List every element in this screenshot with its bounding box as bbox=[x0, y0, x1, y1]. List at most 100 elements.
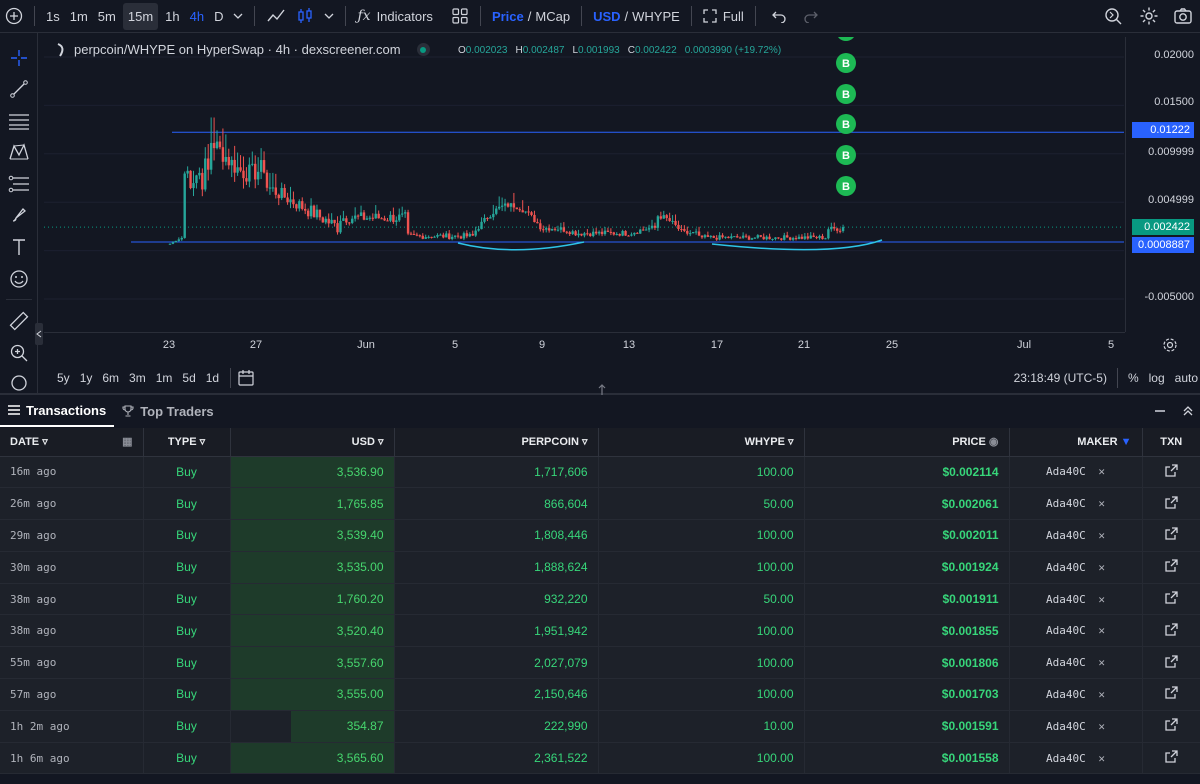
maker-address[interactable]: Ada40C bbox=[1046, 561, 1086, 574]
calendar-icon[interactable]: ▦ bbox=[122, 435, 132, 448]
col-maker[interactable]: MAKER ▼ bbox=[1009, 428, 1143, 457]
table-row[interactable]: 16m ago Buy 3,536.90 1,717,606 100.00 $0.0021… bbox=[0, 456, 1200, 489]
tab-top-traders[interactable]: Top Traders bbox=[114, 395, 221, 427]
chevron-down-icon[interactable] bbox=[228, 0, 248, 33]
interval-d[interactable]: D bbox=[209, 0, 228, 33]
text-tool-icon[interactable] bbox=[7, 235, 31, 259]
cell-txn[interactable] bbox=[1142, 551, 1200, 584]
range-5d[interactable]: 5d bbox=[177, 371, 200, 385]
price-mcap-toggle[interactable]: Price / MCap bbox=[487, 0, 575, 33]
price-option[interactable]: Price bbox=[492, 9, 524, 24]
layouts-icon[interactable] bbox=[446, 0, 474, 33]
maker-address[interactable]: Ada40C bbox=[1046, 529, 1086, 542]
external-link-icon[interactable] bbox=[1165, 655, 1178, 668]
minimize-panel-icon[interactable] bbox=[1154, 405, 1166, 417]
col-usd[interactable]: USD ▿ bbox=[230, 428, 395, 457]
brush-icon[interactable] bbox=[7, 203, 31, 227]
cell-maker[interactable]: Ada40C ✕ bbox=[1009, 583, 1143, 616]
cell-maker[interactable]: Ada40C ✕ bbox=[1009, 646, 1143, 680]
external-link-icon[interactable] bbox=[1165, 623, 1178, 636]
filter-icon[interactable]: ▿ bbox=[378, 436, 384, 448]
col-whype[interactable]: WHYPE ▿ bbox=[598, 428, 805, 457]
maker-address[interactable]: Ada40C bbox=[1046, 720, 1086, 733]
currency-icon[interactable]: ◉ bbox=[989, 436, 999, 448]
usd-whype-toggle[interactable]: USD / WHYPE bbox=[588, 0, 685, 33]
maker-address[interactable]: Ada40C bbox=[1046, 656, 1086, 669]
table-row[interactable]: 55m ago Buy 3,557.60 2,027,079 100.00 $0.0018… bbox=[0, 646, 1200, 680]
horizontal-lines-icon[interactable] bbox=[7, 109, 31, 133]
cell-maker[interactable]: Ada40C ✕ bbox=[1009, 710, 1143, 743]
cell-txn[interactable] bbox=[1142, 487, 1200, 521]
col-perpcoin[interactable]: PERPCOIN ▿ bbox=[394, 428, 599, 457]
cell-maker[interactable]: Ada40C ✕ bbox=[1009, 487, 1143, 521]
cell-maker[interactable]: Ada40C ✕ bbox=[1009, 456, 1143, 489]
cell-txn[interactable] bbox=[1142, 646, 1200, 680]
close-icon[interactable]: ✕ bbox=[1098, 752, 1105, 765]
pattern-icon[interactable] bbox=[7, 140, 31, 164]
close-icon[interactable]: ✕ bbox=[1098, 529, 1105, 542]
table-row[interactable]: 29m ago Buy 3,539.40 1,808,446 100.00 $0.0020… bbox=[0, 519, 1200, 552]
table-row[interactable]: 57m ago Buy 3,555.00 2,150,646 100.00 $0.0017… bbox=[0, 678, 1200, 711]
maker-address[interactable]: Ada40C bbox=[1046, 497, 1086, 510]
candles-icon[interactable] bbox=[291, 0, 319, 33]
interval-15m[interactable]: 15m bbox=[122, 2, 159, 30]
log-scale-toggle[interactable]: log bbox=[1149, 371, 1165, 385]
chevron-down-icon[interactable] bbox=[319, 0, 339, 33]
line-chart-icon[interactable] bbox=[261, 0, 291, 33]
screenshot-camera-icon[interactable] bbox=[1168, 0, 1198, 33]
cell-txn[interactable] bbox=[1142, 742, 1200, 775]
table-row[interactable]: 38m ago Buy 3,520.40 1,951,942 100.00 $0.0018… bbox=[0, 614, 1200, 648]
external-link-icon[interactable] bbox=[1165, 718, 1178, 731]
external-link-icon[interactable] bbox=[1165, 527, 1178, 541]
close-icon[interactable]: ✕ bbox=[1098, 593, 1105, 606]
indicators-button[interactable]: ƒx Indicators bbox=[352, 0, 437, 33]
fullscreen-button[interactable]: Full bbox=[698, 0, 749, 33]
axis-settings-gear-icon[interactable] bbox=[1162, 337, 1178, 358]
range-1y[interactable]: 1y bbox=[75, 371, 98, 385]
close-icon[interactable]: ✕ bbox=[1098, 561, 1105, 574]
cell-txn[interactable] bbox=[1142, 583, 1200, 616]
cell-maker[interactable]: Ada40C ✕ bbox=[1009, 678, 1143, 711]
cell-txn[interactable] bbox=[1142, 710, 1200, 743]
interval-4h[interactable]: 4h bbox=[185, 0, 209, 33]
cell-txn[interactable] bbox=[1142, 519, 1200, 552]
maker-address[interactable]: Ada40C bbox=[1046, 465, 1086, 478]
undo-icon[interactable] bbox=[766, 0, 792, 33]
fib-retracement-icon[interactable] bbox=[7, 172, 31, 196]
trend-line-icon[interactable] bbox=[7, 77, 31, 101]
collapse-toolbar-button[interactable] bbox=[35, 323, 43, 345]
magnet-icon[interactable] bbox=[7, 375, 31, 391]
crosshair-icon[interactable] bbox=[7, 46, 31, 70]
maker-address[interactable]: Ada40C bbox=[1046, 593, 1086, 606]
col-date[interactable]: DATE ▿ ▦ bbox=[0, 428, 144, 457]
price-chart[interactable]: B B B B B B bbox=[44, 37, 1124, 332]
filter-icon[interactable]: ▿ bbox=[788, 436, 794, 448]
table-row[interactable]: 1h 6m ago Buy 3,565.60 2,361,522 100.00 $0.00… bbox=[0, 742, 1200, 775]
settings-gear-icon[interactable] bbox=[1134, 0, 1164, 33]
interval-1s[interactable]: 1s bbox=[41, 0, 65, 33]
external-link-icon[interactable] bbox=[1165, 591, 1178, 604]
col-price[interactable]: PRICE ◉ bbox=[804, 428, 1010, 457]
go-to-date-icon[interactable] bbox=[237, 369, 255, 387]
table-row[interactable]: 30m ago Buy 3,535.00 1,888,624 100.00 $0.0019… bbox=[0, 551, 1200, 584]
maker-address[interactable]: Ada40C bbox=[1046, 624, 1086, 637]
external-link-icon[interactable] bbox=[1165, 686, 1178, 700]
range-5y[interactable]: 5y bbox=[52, 371, 75, 385]
price-axis[interactable]: 0.02000 0.01500 0.01222 0.009999 0.00499… bbox=[1125, 37, 1200, 332]
maker-address[interactable]: Ada40C bbox=[1046, 688, 1086, 701]
table-row[interactable]: 1h 2m ago Buy 354.87 222,990 10.00 $0.001591 A… bbox=[0, 710, 1200, 743]
add-symbol-icon[interactable] bbox=[0, 0, 28, 33]
redo-icon[interactable] bbox=[798, 0, 824, 33]
usd-option[interactable]: USD bbox=[593, 9, 620, 24]
filter-icon[interactable]: ▿ bbox=[42, 436, 48, 448]
emoji-icon[interactable] bbox=[7, 267, 31, 291]
close-icon[interactable]: ✕ bbox=[1098, 624, 1105, 637]
cell-txn[interactable] bbox=[1142, 614, 1200, 648]
close-icon[interactable]: ✕ bbox=[1098, 720, 1105, 733]
cell-maker[interactable]: Ada40C ✕ bbox=[1009, 551, 1143, 584]
external-link-icon[interactable] bbox=[1165, 496, 1178, 509]
tab-transactions[interactable]: Transactions bbox=[0, 395, 115, 427]
cell-txn[interactable] bbox=[1142, 456, 1200, 489]
table-row[interactable]: 26m ago Buy 1,765.85 866,604 50.00 $0.002061 A… bbox=[0, 487, 1200, 521]
cell-maker[interactable]: Ada40C ✕ bbox=[1009, 519, 1143, 552]
